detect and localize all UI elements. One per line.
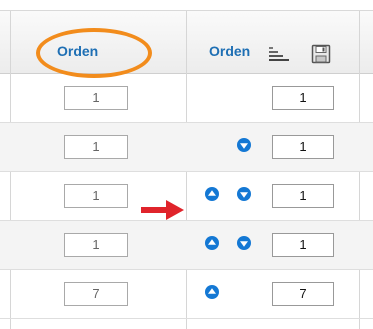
- move-up-icon[interactable]: [204, 186, 220, 202]
- order-value-field[interactable]: 7: [64, 282, 128, 306]
- move-down-icon[interactable]: [236, 137, 252, 153]
- order-value-field[interactable]: 1: [64, 135, 128, 159]
- move-down-icon[interactable]: [236, 186, 252, 202]
- order-value-field[interactable]: 1: [64, 86, 128, 110]
- save-order-icon[interactable]: [311, 44, 331, 64]
- top-strip: [0, 0, 373, 11]
- table-row: 77: [0, 270, 373, 319]
- new-order-input[interactable]: 1: [272, 86, 334, 110]
- sort-order-icon[interactable]: [268, 45, 290, 63]
- order-value-field[interactable]: 1: [64, 233, 128, 257]
- new-order-input[interactable]: 1: [272, 184, 334, 208]
- table-row: 11: [0, 172, 373, 221]
- column-header-orden[interactable]: Orden: [57, 43, 98, 59]
- new-order-input[interactable]: 7: [272, 282, 334, 306]
- pointer-arrow-icon: [141, 200, 184, 220]
- new-order-input[interactable]: 1: [272, 135, 334, 159]
- new-order-input[interactable]: 1: [272, 233, 334, 257]
- table-row: 11: [0, 221, 373, 270]
- table-row: 11: [0, 74, 373, 123]
- move-down-icon[interactable]: [236, 235, 252, 251]
- order-value-field[interactable]: 1: [64, 184, 128, 208]
- move-up-icon[interactable]: [204, 235, 220, 251]
- table-row: 11: [0, 123, 373, 172]
- column-header-orden-sortable[interactable]: Orden: [209, 43, 250, 59]
- move-up-icon[interactable]: [204, 284, 220, 300]
